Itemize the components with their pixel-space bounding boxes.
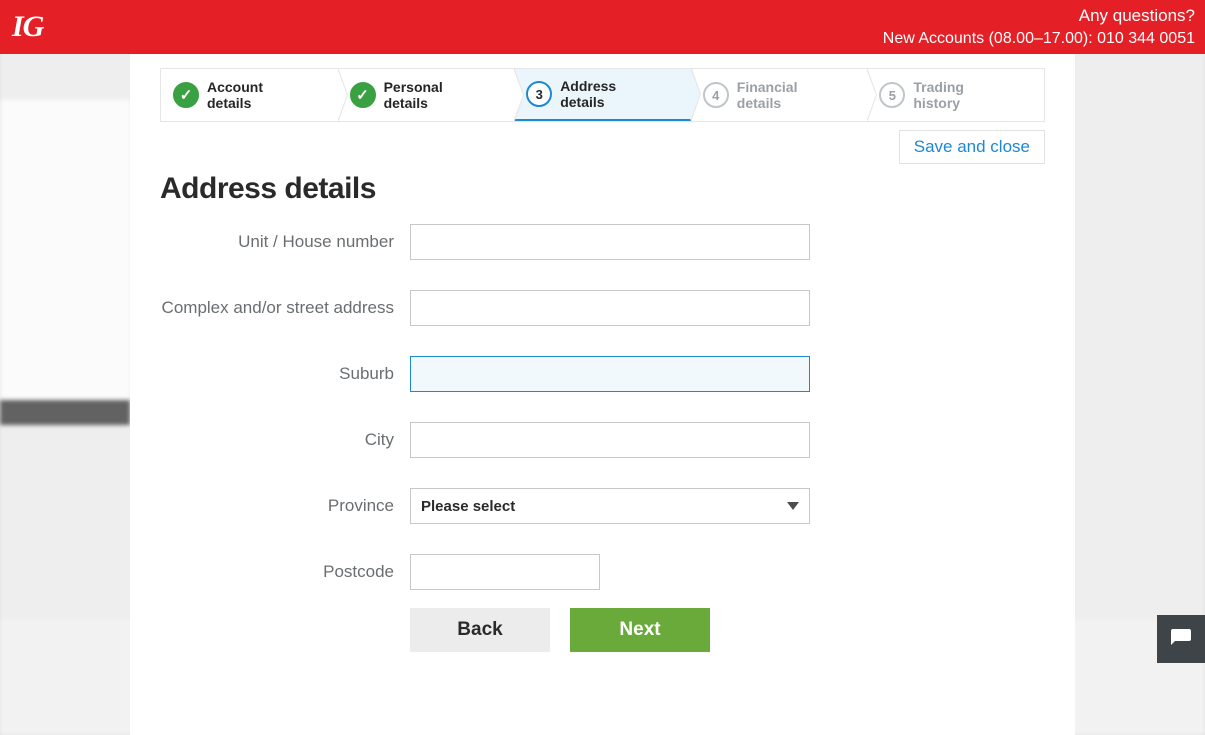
province-label: Province bbox=[160, 496, 410, 516]
street-input[interactable] bbox=[410, 290, 810, 326]
step-address-details[interactable]: 3 Address details bbox=[514, 69, 691, 121]
step-label: Financial details bbox=[737, 79, 827, 111]
save-and-close-button[interactable]: Save and close bbox=[899, 130, 1045, 164]
topbar-contact: Any questions? New Accounts (08.00–17.00… bbox=[883, 5, 1195, 50]
chat-icon bbox=[1169, 627, 1193, 651]
postcode-input[interactable] bbox=[410, 554, 600, 590]
suburb-label: Suburb bbox=[160, 364, 410, 384]
step-number: 4 bbox=[703, 82, 729, 108]
step-number: 5 bbox=[879, 82, 905, 108]
city-label: City bbox=[160, 430, 410, 450]
progress-steps: ✓ Account details ✓ Personal details 3 A… bbox=[160, 68, 1045, 122]
address-form: Unit / House number Complex and/or stree… bbox=[160, 224, 1045, 590]
logo: IG bbox=[12, 10, 43, 44]
topbar: IG Any questions? New Accounts (08.00–17… bbox=[0, 0, 1205, 54]
step-label: Account details bbox=[207, 79, 297, 111]
street-label: Complex and/or street address bbox=[160, 298, 410, 318]
topbar-questions: Any questions? bbox=[883, 5, 1195, 28]
step-label: Personal details bbox=[384, 79, 474, 111]
step-label: Trading history bbox=[913, 79, 1003, 111]
chat-widget[interactable] bbox=[1157, 615, 1205, 663]
page-title: Address details bbox=[160, 172, 1045, 206]
check-icon: ✓ bbox=[350, 82, 376, 108]
postcode-label: Postcode bbox=[160, 562, 410, 582]
province-select[interactable]: Please select bbox=[410, 488, 810, 524]
chevron-down-icon bbox=[787, 502, 799, 510]
back-button[interactable]: Back bbox=[410, 608, 550, 652]
next-button[interactable]: Next bbox=[570, 608, 710, 652]
step-personal-details[interactable]: ✓ Personal details bbox=[338, 69, 515, 121]
topbar-phone: New Accounts (08.00–17.00): 010 344 0051 bbox=[883, 28, 1195, 50]
step-number: 3 bbox=[526, 81, 552, 107]
city-input[interactable] bbox=[410, 422, 810, 458]
check-icon: ✓ bbox=[173, 82, 199, 108]
step-financial-details: 4 Financial details bbox=[691, 69, 868, 121]
step-label: Address details bbox=[560, 78, 650, 110]
main-panel: ✓ Account details ✓ Personal details 3 A… bbox=[130, 54, 1075, 735]
step-trading-history: 5 Trading history bbox=[867, 69, 1044, 121]
unit-input[interactable] bbox=[410, 224, 810, 260]
province-selected: Please select bbox=[421, 498, 515, 515]
step-account-details[interactable]: ✓ Account details bbox=[161, 69, 338, 121]
unit-label: Unit / House number bbox=[160, 232, 410, 252]
suburb-input[interactable] bbox=[410, 356, 810, 392]
